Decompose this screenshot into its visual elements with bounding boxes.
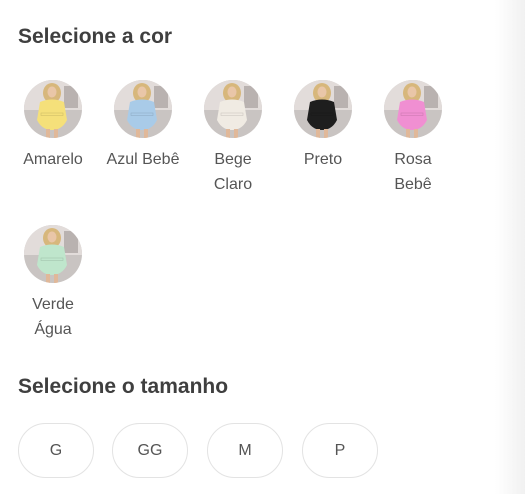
swatch-label: Amarelo: [23, 151, 83, 168]
color-swatch-verde-agua[interactable]: Verde Água: [13, 225, 93, 342]
swatch-thumbnail: [114, 80, 172, 138]
model-photo: [204, 80, 262, 138]
swatch-thumbnail: [294, 80, 352, 138]
swatch-label: Azul Bebê: [106, 151, 180, 168]
model-photo: [294, 80, 352, 138]
model-photo: [384, 80, 442, 138]
swatch-label: Rosa Bebê: [394, 151, 432, 193]
model-photo: [114, 80, 172, 138]
swatch-label: Preto: [303, 151, 343, 168]
product-options-panel: Selecione a cor Amarelo Azul Bebê Bege C…: [0, 0, 525, 494]
color-swatch-preto[interactable]: Preto: [283, 80, 363, 172]
swatch-thumbnail: [204, 80, 262, 138]
size-section-title: Selecione o tamanho: [18, 375, 229, 398]
size-button-g[interactable]: G: [18, 423, 94, 478]
color-swatch-azul-bebe[interactable]: Azul Bebê: [103, 80, 183, 172]
color-swatch-bege-claro[interactable]: Bege Claro: [193, 80, 273, 197]
color-swatch-rosa-bebe[interactable]: Rosa Bebê: [373, 80, 453, 197]
size-button-p[interactable]: P: [302, 423, 378, 478]
swatch-label: Bege Claro: [213, 151, 253, 193]
size-button-gg[interactable]: GG: [112, 423, 188, 478]
swatch-thumbnail: [24, 225, 82, 283]
swatch-thumbnail: [24, 80, 82, 138]
model-photo: [24, 80, 82, 138]
model-photo: [24, 225, 82, 283]
color-swatch-amarelo[interactable]: Amarelo: [13, 80, 93, 172]
swatch-label: Verde Água: [32, 296, 74, 338]
color-swatch-list: Amarelo Azul Bebê Bege Claro Preto Rosa …: [0, 0, 500, 360]
swatch-thumbnail: [384, 80, 442, 138]
size-button-m[interactable]: M: [207, 423, 283, 478]
